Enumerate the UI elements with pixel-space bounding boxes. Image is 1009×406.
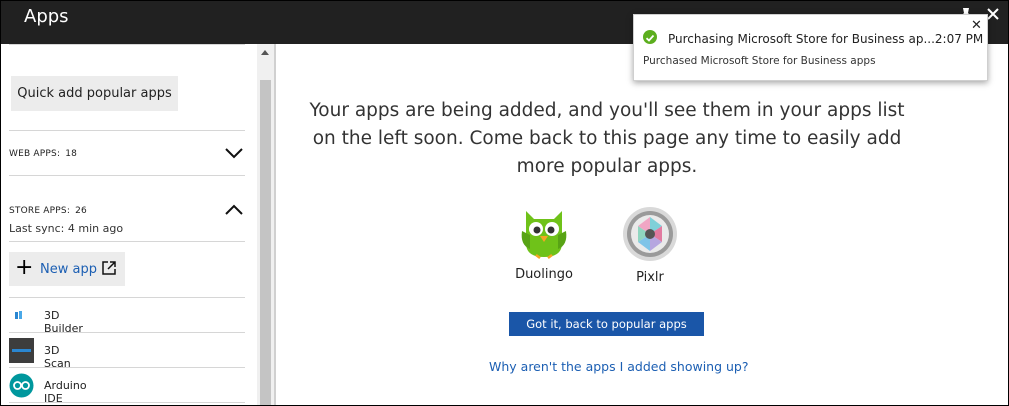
divider <box>9 241 245 242</box>
new-app-label: New app <box>40 262 97 277</box>
store-apps-sync-status: Last sync: 4 min ago <box>9 222 124 235</box>
window-title: Apps <box>24 6 69 27</box>
divider <box>9 130 245 131</box>
got-it-button[interactable]: Got it, back to popular apps <box>509 312 704 336</box>
divider <box>9 297 245 298</box>
divider <box>9 175 245 176</box>
arduino-icon <box>9 373 34 398</box>
why-apps-not-showing-link[interactable]: Why aren't the apps I added showing up? <box>489 359 749 374</box>
3d-scan-icon <box>9 338 34 363</box>
sidebar-scrollbar[interactable] <box>257 44 274 405</box>
scroll-up-arrow-icon[interactable] <box>261 50 269 55</box>
divider <box>9 402 245 403</box>
pixlr-icon <box>623 207 677 261</box>
plus-icon: + <box>15 255 34 280</box>
success-check-icon <box>643 30 657 44</box>
notification-title: Purchasing Microsoft Store for Business … <box>668 32 935 46</box>
app-tile-duolingo: Duolingo <box>511 205 577 282</box>
web-apps-count: 18 <box>65 149 78 159</box>
3d-builder-icon <box>9 303 34 328</box>
close-window-icon[interactable] <box>986 7 1000 24</box>
duolingo-owl-icon <box>521 211 567 259</box>
store-apps-header[interactable]: STORE APPS: 26 <box>9 206 87 216</box>
notification-toast[interactable]: Purchasing Microsoft Store for Business … <box>633 14 988 81</box>
chevron-down-icon[interactable] <box>225 146 243 160</box>
notification-title-line: Purchasing Microsoft Store for Business … <box>668 32 983 46</box>
store-apps-count: 26 <box>75 206 87 216</box>
divider <box>9 332 245 333</box>
web-apps-header[interactable]: WEB APPS: 18 <box>9 149 77 159</box>
app-tile-label: Pixlr <box>636 270 664 285</box>
notification-time: 2:07 PM <box>934 32 984 46</box>
store-apps-label: STORE APPS: <box>9 206 71 216</box>
app-tile-label: Duolingo <box>515 267 573 282</box>
divider <box>9 367 245 368</box>
notification-body: Purchased Microsoft Store for Business a… <box>643 55 876 67</box>
app-tile-pixlr: Pixlr <box>621 206 679 285</box>
sidebar: Quick add popular apps WEB APPS: 18 STORE… <box>1 44 257 405</box>
web-apps-label: WEB APPS: <box>9 149 61 159</box>
close-notification-icon[interactable]: ✕ <box>971 18 982 33</box>
panel-divider <box>274 44 276 405</box>
divider <box>9 44 245 45</box>
apps-window: Apps Quick add popular apps WEB APPS: 18 … <box>0 0 1009 406</box>
new-app-button[interactable]: + New app <box>9 252 125 286</box>
external-link-icon <box>102 261 116 275</box>
quick-add-popular-apps-button[interactable]: Quick add popular apps <box>11 76 178 111</box>
scrollbar-thumb[interactable] <box>260 80 271 405</box>
status-message: Your apps are being added, and you'll se… <box>309 100 905 177</box>
chevron-up-icon[interactable] <box>225 203 243 217</box>
